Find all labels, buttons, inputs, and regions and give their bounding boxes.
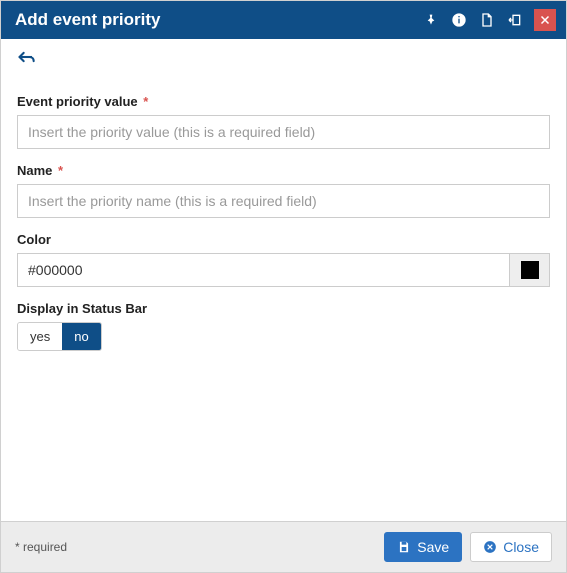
spacer: [17, 351, 550, 501]
display-status-bar-label: Display in Status Bar: [17, 301, 550, 316]
modal-header: Add event priority: [1, 1, 566, 39]
name-label: Name *: [17, 163, 550, 178]
save-button-label: Save: [417, 539, 449, 555]
undo-icon[interactable]: [17, 49, 37, 65]
close-button[interactable]: [534, 9, 556, 31]
modal-footer: * required Save Close: [1, 521, 566, 572]
header-icon-group: [422, 9, 556, 31]
export-icon[interactable]: [478, 11, 496, 29]
field-color: Color: [17, 232, 550, 287]
display-status-bar-toggle: yes no: [17, 322, 102, 351]
priority-value-input[interactable]: [17, 115, 550, 149]
modal-title: Add event priority: [15, 10, 160, 30]
color-label: Color: [17, 232, 550, 247]
toggle-yes[interactable]: yes: [18, 323, 62, 350]
toolbar: [1, 39, 566, 72]
save-icon: [397, 540, 411, 554]
form-body: Event priority value * Name * Color Disp…: [1, 72, 566, 521]
field-name: Name *: [17, 163, 550, 218]
color-swatch: [521, 261, 539, 279]
name-input[interactable]: [17, 184, 550, 218]
color-picker-button[interactable]: [509, 254, 549, 286]
toggle-no[interactable]: no: [62, 323, 100, 350]
priority-value-label: Event priority value *: [17, 94, 550, 109]
popout-icon[interactable]: [506, 11, 524, 29]
footer-buttons: Save Close: [384, 532, 552, 562]
required-footnote: * required: [15, 540, 67, 554]
required-mark: *: [143, 94, 148, 109]
save-button[interactable]: Save: [384, 532, 462, 562]
close-button-label: Close: [503, 539, 539, 555]
close-circle-icon: [483, 540, 497, 554]
label-text: Name: [17, 163, 52, 178]
color-input-row: [17, 253, 550, 287]
info-icon[interactable]: [450, 11, 468, 29]
color-input[interactable]: [18, 254, 509, 286]
pin-icon[interactable]: [422, 11, 440, 29]
modal: Add event priority Even: [0, 0, 567, 573]
label-text: Event priority value: [17, 94, 138, 109]
field-priority-value: Event priority value *: [17, 94, 550, 149]
close-footer-button[interactable]: Close: [470, 532, 552, 562]
required-mark: *: [58, 163, 63, 178]
field-display-status-bar: Display in Status Bar yes no: [17, 301, 550, 351]
